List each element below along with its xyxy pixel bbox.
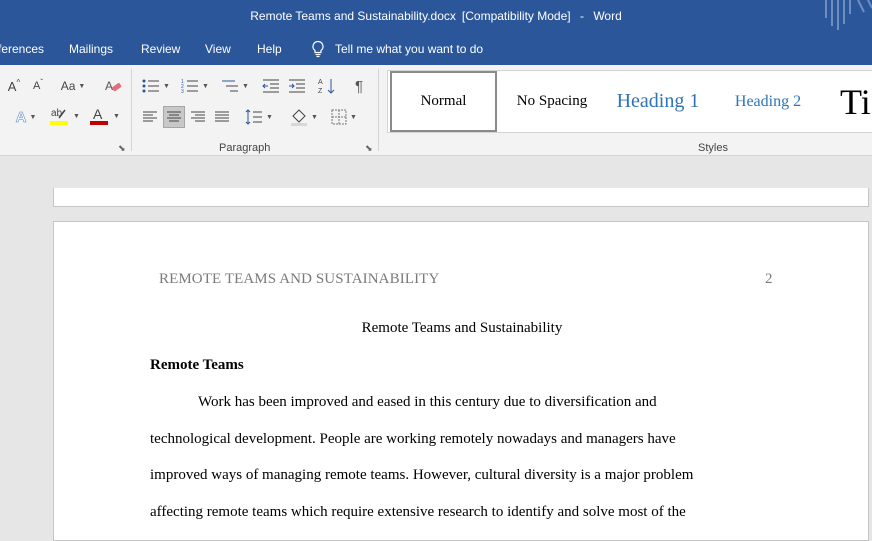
justify-icon bbox=[215, 111, 229, 122]
bullets-icon bbox=[142, 79, 160, 93]
styles-gallery: Normal No Spacing Heading 1 Heading 2 Ti bbox=[387, 70, 872, 133]
borders-icon bbox=[331, 109, 347, 125]
justify-button[interactable] bbox=[212, 106, 232, 128]
style-heading-2[interactable]: Heading 2 bbox=[714, 71, 822, 132]
ribbon: A ^ Aˇ Aa ▼ A A ▼ ab ▼ A ▼ ⬊ ▼ 1 2 3 ▼ ▼… bbox=[0, 65, 872, 156]
sort-icon: A Z bbox=[318, 79, 335, 95]
tab-references[interactable]: ferences bbox=[0, 42, 44, 56]
style-heading-1-label: Heading 1 bbox=[616, 90, 700, 112]
multilevel-list-icon bbox=[222, 80, 239, 92]
tab-review[interactable]: Review bbox=[141, 42, 180, 56]
bullets-button[interactable]: ▼ bbox=[140, 76, 172, 96]
font-color-icon: A bbox=[90, 106, 109, 125]
show-formatting-marks-button[interactable]: ¶ bbox=[348, 76, 370, 96]
body-line[interactable]: technological development. People are wo… bbox=[150, 431, 676, 448]
style-heading-1[interactable]: Heading 1 bbox=[606, 71, 710, 132]
lightbulb-icon bbox=[312, 40, 324, 58]
app-name: Word bbox=[593, 9, 622, 23]
tab-mailings[interactable]: Mailings bbox=[69, 42, 113, 56]
align-right-icon bbox=[191, 111, 205, 122]
paint-bucket-icon bbox=[291, 109, 308, 126]
svg-text:A: A bbox=[93, 106, 103, 122]
style-no-spacing[interactable]: No Spacing bbox=[501, 71, 603, 132]
title-separator: - bbox=[579, 9, 584, 23]
style-title[interactable]: Ti bbox=[828, 71, 872, 132]
shrink-font-button[interactable]: Aˇ bbox=[28, 77, 48, 95]
sort-button[interactable]: A Z bbox=[316, 76, 338, 96]
document-title[interactable]: Remote Teams and Sustainability bbox=[54, 320, 870, 337]
font-dialog-launcher[interactable]: ⬊ bbox=[118, 143, 126, 154]
clear-formatting-icon: A bbox=[105, 79, 122, 93]
borders-button[interactable]: ▼ bbox=[327, 106, 361, 128]
compatibility-mode: [Compatibility Mode] bbox=[461, 9, 571, 23]
line-spacing-icon bbox=[245, 109, 263, 125]
text-effects-button[interactable]: A ▼ bbox=[10, 107, 42, 127]
window-title: Remote Teams and Sustainability.docx [Com… bbox=[0, 9, 872, 23]
tab-help[interactable]: Help bbox=[257, 42, 282, 56]
clear-formatting-button[interactable]: A bbox=[102, 76, 124, 96]
group-divider bbox=[131, 69, 132, 151]
body-line[interactable]: affecting remote teams which require ext… bbox=[150, 504, 686, 521]
pilcrow-icon: ¶ bbox=[354, 77, 364, 95]
title-pattern-icon bbox=[825, 0, 872, 30]
change-case-button[interactable]: Aa ▼ bbox=[56, 77, 90, 95]
shading-button[interactable]: ▼ bbox=[287, 106, 321, 128]
group-divider bbox=[378, 69, 379, 151]
highlight-color-button[interactable]: ab ▼ bbox=[46, 105, 82, 127]
align-center-button[interactable] bbox=[163, 106, 185, 128]
svg-text:A: A bbox=[318, 79, 323, 86]
tell-me-search[interactable]: Tell me what you want to do bbox=[311, 40, 483, 58]
multilevel-list-button[interactable]: ▼ bbox=[218, 76, 252, 96]
align-right-button[interactable] bbox=[188, 106, 208, 128]
tell-me-text: Tell me what you want to do bbox=[335, 42, 484, 56]
align-left-button[interactable] bbox=[140, 106, 160, 128]
svg-text:ab: ab bbox=[51, 108, 63, 119]
style-normal[interactable]: Normal bbox=[390, 71, 497, 132]
styles-group-label: Styles bbox=[698, 142, 728, 154]
numbering-icon: 1 2 3 bbox=[181, 79, 199, 94]
increase-indent-icon bbox=[289, 79, 305, 93]
numbering-button[interactable]: 1 2 3 ▼ bbox=[178, 76, 212, 96]
document-area[interactable]: REMOTE TEAMS AND SUSTAINABILITY 2 Remote… bbox=[0, 156, 872, 541]
style-no-spacing-label: No Spacing bbox=[516, 93, 588, 109]
paragraph-group-label: Paragraph bbox=[219, 142, 271, 154]
highlighter-icon: ab bbox=[50, 108, 69, 125]
decrease-indent-button[interactable] bbox=[260, 76, 282, 96]
svg-text:Z: Z bbox=[318, 88, 323, 95]
body-line[interactable]: Work has been improved and eased in this… bbox=[198, 394, 657, 411]
svg-text:3: 3 bbox=[181, 89, 184, 94]
page-number: 2 bbox=[765, 271, 773, 287]
title-bar: Remote Teams and Sustainability.docx [Com… bbox=[0, 0, 872, 33]
svg-text:A: A bbox=[105, 79, 113, 93]
decrease-indent-icon bbox=[262, 79, 279, 93]
style-title-label: Ti bbox=[840, 81, 871, 122]
body-line[interactable]: improved ways of managing remote teams. … bbox=[150, 467, 693, 484]
increase-indent-button[interactable] bbox=[286, 76, 308, 96]
change-case-label: Aa bbox=[60, 79, 76, 93]
grow-font-button[interactable]: A ^ bbox=[4, 77, 24, 95]
tab-view[interactable]: View bbox=[205, 42, 231, 56]
ribbon-tabs: ferences Mailings Review View Help Tell … bbox=[0, 33, 872, 65]
line-spacing-button[interactable]: ▼ bbox=[242, 106, 276, 128]
align-center-icon bbox=[167, 111, 181, 122]
document-name: Remote Teams and Sustainability.docx bbox=[250, 9, 456, 23]
style-heading-2-label: Heading 2 bbox=[734, 92, 802, 110]
document-page[interactable]: REMOTE TEAMS AND SUSTAINABILITY 2 Remote… bbox=[53, 221, 869, 541]
align-left-icon bbox=[143, 111, 157, 122]
style-normal-label: Normal bbox=[420, 93, 467, 109]
font-color-button[interactable]: A ▼ bbox=[86, 105, 122, 127]
section-heading[interactable]: Remote Teams bbox=[150, 357, 244, 374]
previous-page bbox=[53, 188, 869, 207]
running-header[interactable]: REMOTE TEAMS AND SUSTAINABILITY bbox=[159, 271, 439, 288]
paragraph-dialog-launcher[interactable]: ⬊ bbox=[365, 143, 373, 154]
